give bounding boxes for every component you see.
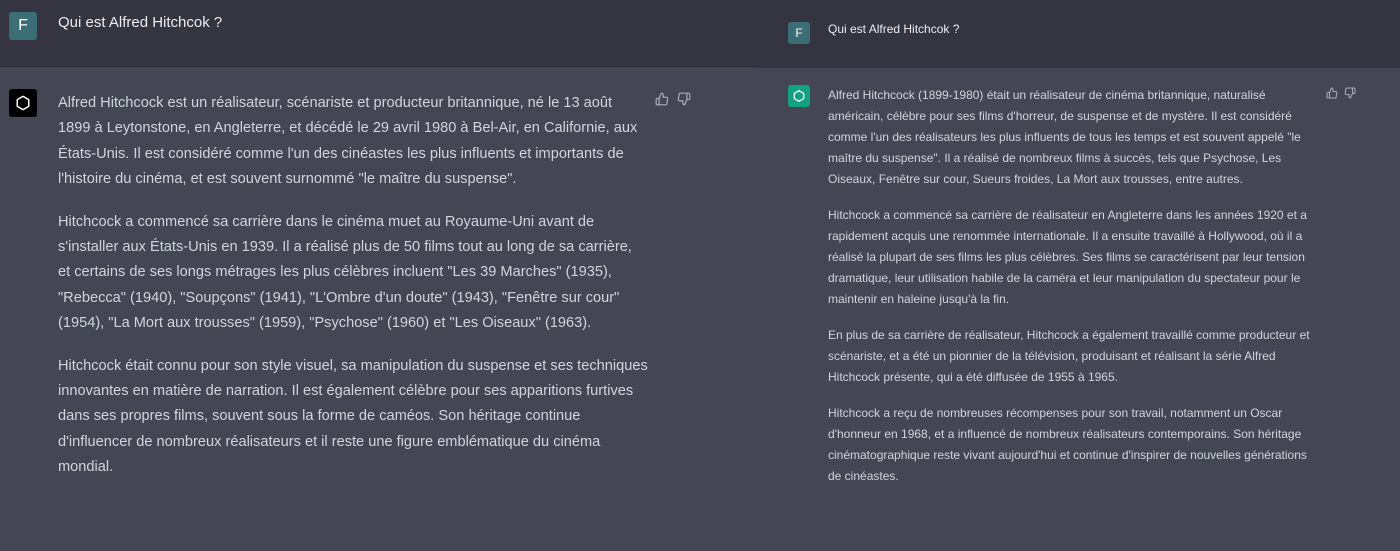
thumbs-down-icon[interactable]	[1344, 87, 1356, 99]
answer-paragraph: En plus de sa carrière de réalisateur, H…	[828, 328, 1310, 384]
user-avatar: F	[788, 22, 810, 44]
assistant-answer: Alfred Hitchcock est un réalisateur, scé…	[58, 91, 648, 498]
answer-paragraph: Alfred Hitchcock (1899-1980) était un ré…	[828, 88, 1301, 186]
assistant-message-row: Alfred Hitchcock (1899-1980) était un ré…	[755, 68, 1400, 551]
answer-paragraph: Alfred Hitchcock est un réalisateur, scé…	[58, 95, 638, 188]
answer-paragraph: Hitchcock a commencé sa carrière de réal…	[828, 208, 1307, 306]
user-avatar: F	[9, 12, 37, 40]
answer-paragraph: Hitchcock était connu pour son style vis…	[58, 357, 648, 476]
user-message-row: F Qui est Alfred Hitchcok ?	[755, 0, 1400, 68]
user-question: Qui est Alfred Hitchcok ?	[828, 22, 960, 36]
assistant-answer: Alfred Hitchcock (1899-1980) était un ré…	[828, 85, 1323, 502]
answer-paragraph: Hitchcock a commencé sa carrière dans le…	[58, 213, 632, 332]
answer-paragraph: Hitchcock a reçu de nombreuses récompens…	[828, 406, 1307, 483]
thumbs-up-icon[interactable]	[1326, 87, 1338, 99]
thumbs-down-icon[interactable]	[677, 92, 691, 106]
assistant-message-row: Alfred Hitchcock est un réalisateur, scé…	[0, 67, 755, 551]
user-message-row: F Qui est Alfred Hitchcok ?	[0, 0, 755, 67]
openai-logo-icon	[788, 85, 810, 107]
user-question: Qui est Alfred Hitchcok ?	[58, 14, 223, 31]
feedback-buttons	[655, 92, 691, 106]
openai-logo-icon	[9, 89, 37, 117]
conversation-panel-left: F Qui est Alfred Hitchcok ? Alfred Hitch…	[0, 0, 755, 551]
thumbs-up-icon[interactable]	[655, 92, 669, 106]
conversation-panel-right: F Qui est Alfred Hitchcok ? Alfred Hitch…	[755, 0, 1400, 551]
feedback-buttons	[1326, 87, 1356, 99]
